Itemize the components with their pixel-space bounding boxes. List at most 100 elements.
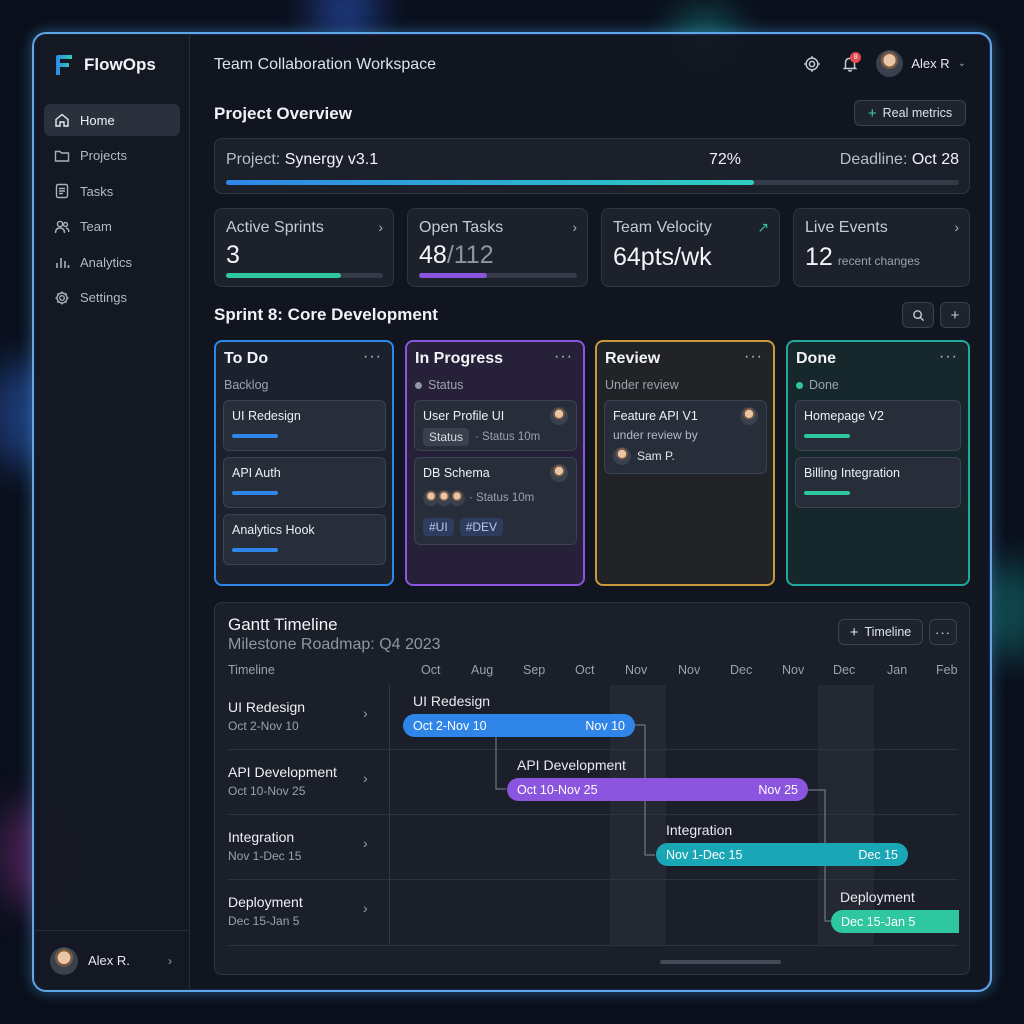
stat-title: Live Events <box>805 219 888 236</box>
gantt-bar-start: Oct 10-Nov 25 <box>517 782 598 797</box>
column-subtitle-text: Done <box>809 378 839 392</box>
tag-chip[interactable]: #DEV <box>459 518 504 536</box>
real-metrics-label: Real metrics <box>882 106 953 120</box>
sidebar-item-label: Settings <box>80 290 127 306</box>
stat-value: 3 <box>226 241 240 269</box>
task-progress-bar <box>804 491 850 495</box>
gantt-bar-start: Nov 1-Dec 15 <box>666 847 743 862</box>
gantt-bar-end: Nov 10 <box>585 718 625 733</box>
task-name: DB Schema <box>423 466 490 480</box>
task-name: User Profile UI <box>423 409 505 423</box>
avatar <box>550 464 568 482</box>
gantt-bar-integration[interactable]: Nov 1-Dec 15 Dec 15 <box>656 843 908 866</box>
tag-chip[interactable]: #UI <box>423 518 454 536</box>
user-name: Alex R <box>911 56 950 71</box>
live-events-count: 12 <box>805 243 833 271</box>
task-name: Feature API V1 <box>613 409 698 423</box>
task-progress-bar <box>232 434 278 438</box>
column-subtitle: Done <box>796 378 839 392</box>
column-subtitle: Under review <box>605 378 679 392</box>
notification-badge: 8 <box>850 51 862 63</box>
task-card[interactable]: Billing Integration <box>795 457 961 508</box>
plus-icon: + <box>867 104 877 122</box>
project-label: Project: Synergy v3.1 <box>226 151 378 169</box>
add-button[interactable]: + <box>940 302 970 328</box>
gantt-bar-end: Dec 15 <box>858 847 898 862</box>
gantt-bar-start: Dec 15-Jan 5 <box>841 914 916 929</box>
task-name: UI Redesign <box>232 409 301 423</box>
user-menu[interactable]: Alex R ⌄ <box>876 50 966 77</box>
avatar <box>449 490 465 506</box>
project-name: Synergy v3.1 <box>284 151 379 168</box>
live-events-sub: recent changes <box>837 254 920 268</box>
project-progress-track <box>226 180 959 185</box>
trend-up-icon: ↗ <box>757 219 769 235</box>
sidebar-nav: Home Projects Tasks Team Analytics Setti… <box>44 104 180 318</box>
team-velocity-card[interactable]: Team Velocity ↗ 64pts/wk <box>601 208 780 287</box>
live-events-card[interactable]: Live Events › 12 recent changes <box>793 208 970 287</box>
sidebar-item-tasks[interactable]: Tasks <box>44 175 180 207</box>
task-card[interactable]: API Auth <box>223 457 386 508</box>
column-subtitle-text: Backlog <box>224 378 269 392</box>
task-card[interactable]: DB Schema · Status 10m #UI #DEV <box>414 457 577 545</box>
workspace-title: Team Collaboration Workspace <box>214 56 437 73</box>
stat-title: Open Tasks <box>419 219 504 236</box>
team-icon <box>54 219 70 235</box>
more-icon[interactable]: ··· <box>744 348 763 366</box>
sidebar: FlowOps Home Projects Tasks Team Analyti… <box>34 34 190 990</box>
column-title: To Do <box>224 350 269 367</box>
gantt-bar-title: UI Redesign <box>413 693 491 709</box>
plus-icon: + <box>950 306 960 324</box>
task-card[interactable]: Feature API V1 under review by Sam P. <box>604 400 767 474</box>
task-card[interactable]: UI Redesign <box>223 400 386 451</box>
notifications-button[interactable]: 8 <box>838 51 862 76</box>
active-sprints-card[interactable]: Active Sprints › 3 <box>214 208 394 287</box>
open-tasks-card[interactable]: Open Tasks › 48/112 <box>407 208 588 287</box>
column-subtitle: Status <box>415 378 463 392</box>
task-name: Analytics Hook <box>232 523 315 537</box>
real-metrics-button[interactable]: + Real metrics <box>854 100 966 126</box>
sidebar-item-projects[interactable]: Projects <box>44 140 180 172</box>
gantt-bar-deployment[interactable]: Dec 15-Jan 5 <box>831 910 959 933</box>
stat-title: Team Velocity <box>613 219 712 236</box>
sidebar-item-label: Tasks <box>80 183 114 199</box>
sidebar-item-analytics[interactable]: Analytics <box>44 246 180 278</box>
task-card[interactable]: Analytics Hook <box>223 514 386 565</box>
task-tags: #UI #DEV <box>423 518 504 536</box>
gantt-bar-title: Integration <box>666 822 733 838</box>
search-icon <box>912 309 924 321</box>
horizontal-scrollbar[interactable] <box>660 960 781 964</box>
gantt-bar-ui-redesign[interactable]: Oct 2-Nov 10 Nov 10 <box>403 714 635 737</box>
more-icon[interactable]: ··· <box>363 348 382 366</box>
gantt-bar-title: API Development <box>517 757 626 773</box>
sidebar-item-label: Analytics <box>80 254 133 270</box>
search-button[interactable] <box>902 302 934 328</box>
stat-progress-fill <box>226 273 341 278</box>
task-card[interactable]: User Profile UI Status · Status 10m <box>414 400 577 451</box>
sidebar-user[interactable]: Alex R. › <box>34 930 190 990</box>
app-name: FlowOps <box>84 55 156 74</box>
kanban-column-review: Review ··· Under review Feature API V1 u… <box>595 340 775 586</box>
gantt-panel: Gantt Timeline Milestone Roadmap: Q4 202… <box>214 602 970 975</box>
gantt-bar-api-development[interactable]: Oct 10-Nov 25 Nov 25 <box>507 778 808 801</box>
sidebar-item-team[interactable]: Team <box>44 211 180 243</box>
deadline-value: Oct 28 <box>911 151 959 168</box>
stat-progress-fill <box>419 273 487 278</box>
column-subtitle: Backlog <box>224 378 268 392</box>
task-card[interactable]: Homepage V2 <box>795 400 961 451</box>
reviewer-name: Sam P. <box>637 449 675 463</box>
more-icon[interactable]: ··· <box>939 348 958 366</box>
sidebar-item-settings[interactable]: Settings <box>44 282 180 314</box>
task-meta: Status · Status 10m <box>423 428 540 446</box>
chevron-down-icon: ⌄ <box>957 58 966 69</box>
settings-button[interactable] <box>800 52 824 76</box>
stat-progress-track <box>226 273 383 278</box>
sidebar-item-home[interactable]: Home <box>44 104 180 136</box>
project-deadline: Deadline: Oct 28 <box>840 151 959 169</box>
sidebar-item-label: Projects <box>80 148 127 164</box>
column-title: Review <box>605 350 661 367</box>
stat-title: Active Sprints <box>226 219 324 236</box>
folder-icon <box>54 148 70 164</box>
gantt-bar-end: Nov 25 <box>758 782 798 797</box>
more-icon[interactable]: ··· <box>554 348 573 366</box>
